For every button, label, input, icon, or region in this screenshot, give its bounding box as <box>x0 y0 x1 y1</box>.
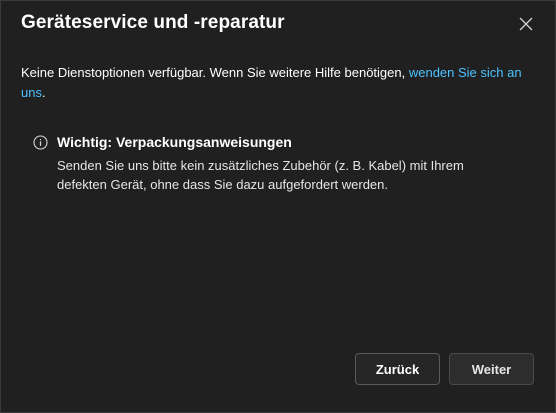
next-button[interactable]: Weiter <box>449 353 534 385</box>
dialog-title: Geräteservice und -reparatur <box>21 12 285 33</box>
packaging-notice: Wichtig: Verpackungsanweisungen Senden S… <box>33 134 503 194</box>
intro-end: . <box>41 85 46 100</box>
notice-title: Wichtig: Verpackungsanweisungen <box>57 134 292 150</box>
close-button[interactable] <box>515 15 537 37</box>
info-icon <box>33 134 48 150</box>
notice-body: Senden Sie uns bitte kein zusätzliches Z… <box>57 158 464 192</box>
intro-message: Keine Dienstoptionen verfügbar. Wenn Sie… <box>21 63 526 103</box>
intro-text: Keine Dienstoptionen verfügbar. Wenn Sie… <box>21 65 409 80</box>
close-icon <box>519 17 533 36</box>
service-dialog: Geräteservice und -reparatur Keine Diens… <box>0 0 556 413</box>
back-button[interactable]: Zurück <box>355 353 440 385</box>
